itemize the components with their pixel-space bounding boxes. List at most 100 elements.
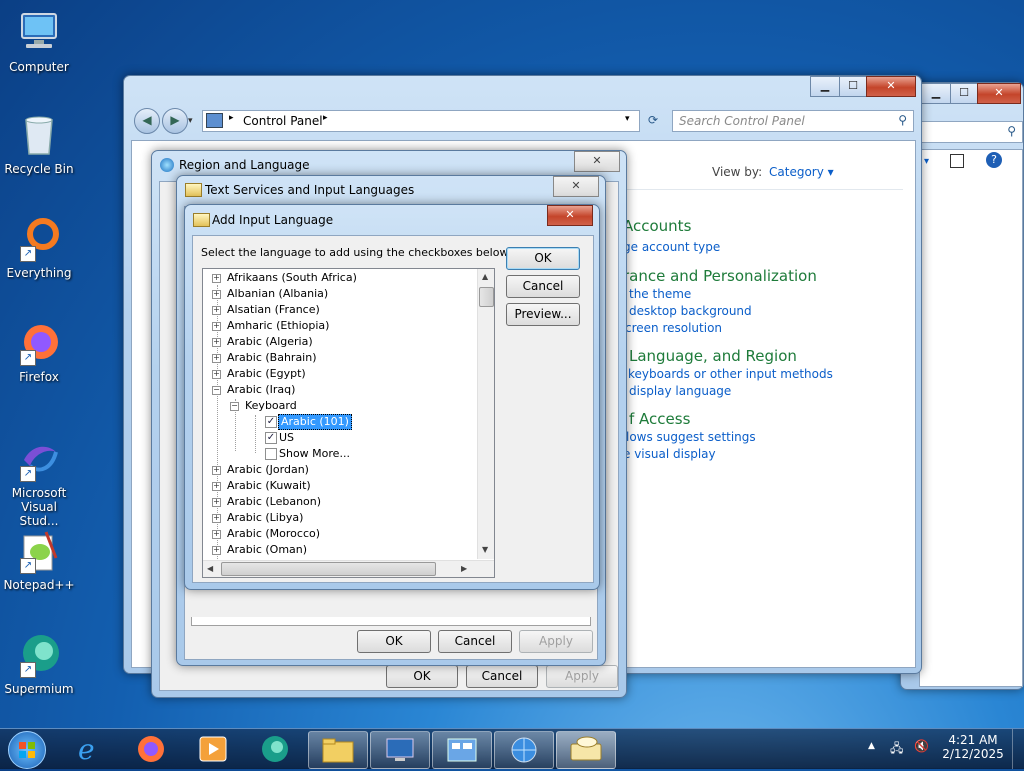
expand-icon[interactable]: + [212,306,221,315]
taskbar-region-settings[interactable] [494,731,554,769]
category-link[interactable]: ge account type [623,240,720,254]
scroll-down-icon[interactable]: ▼ [482,545,488,554]
collapse-icon[interactable]: − [230,402,239,411]
category-link[interactable]: keyboards or other input methods [628,367,833,381]
cancel-button[interactable]: Cancel [466,665,538,688]
maximize-button[interactable]: ☐ [950,83,978,104]
show-hidden-icons[interactable]: ▲ [868,741,875,751]
pane-toggle-icon[interactable] [950,154,964,168]
desktop-icon-visual-studio[interactable]: ↗ Microsoft Visual Stud... [1,436,77,528]
view-by-dropdown[interactable]: Category ▾ [769,165,834,179]
maximize-button[interactable]: ☐ [839,76,867,97]
tree-item-label: Arabic (Iraq) [227,383,296,396]
address-bar[interactable]: ▸ Control Panel ▸ ▾ [202,110,640,132]
collapse-icon[interactable]: − [212,386,221,395]
forward-button[interactable]: ▶ [162,108,188,134]
ok-button[interactable]: OK [357,630,431,653]
expand-icon[interactable]: + [212,482,221,491]
cancel-button[interactable]: Cancel [438,630,512,653]
close-button[interactable]: ✕ [977,83,1021,104]
cancel-button[interactable]: Cancel [506,275,580,298]
expand-icon[interactable]: + [212,498,221,507]
language-tree[interactable]: + Afrikaans (South Africa) + Albanian (Alb… [202,268,495,578]
close-button[interactable]: ✕ [866,76,916,97]
address-dropdown-icon[interactable]: ▾ [625,114,630,124]
search-field[interactable]: ⚲ [919,121,1023,143]
close-button[interactable]: ✕ [574,151,620,172]
refresh-icon[interactable]: ⟳ [642,110,664,130]
desktop-icon-computer[interactable]: Computer [1,10,77,74]
checkbox-unchecked-icon[interactable] [265,448,277,460]
supermium-icon: ↗ [16,632,62,678]
taskbar-remote-desktop[interactable] [370,731,430,769]
expand-icon[interactable]: + [212,290,221,299]
volume-muted-icon[interactable]: 🔇 [914,739,929,753]
preview-button[interactable]: Preview... [506,303,580,326]
expand-icon[interactable]: + [212,338,221,347]
tree-item-label: Arabic (Libya) [227,511,304,524]
category-link[interactable]: creen resolution [625,321,722,335]
history-dropdown-icon[interactable]: ▾ [188,116,193,126]
taskbar-internet-explorer[interactable]: e [60,731,118,767]
close-button[interactable]: ✕ [547,205,593,226]
taskbar-supermium[interactable] [246,731,304,767]
ok-button[interactable]: OK [386,665,458,688]
expand-icon[interactable]: + [212,530,221,539]
scroll-left-icon[interactable]: ◀ [207,564,213,573]
apply-button[interactable]: Apply [546,665,618,688]
minimize-button[interactable]: ▁ [921,83,951,104]
keyboard-icon [185,183,202,197]
checkbox-checked-icon[interactable]: ✓ [265,432,277,444]
expand-icon[interactable]: + [212,370,221,379]
horizontal-scrollbar[interactable]: ◀ ▶ [203,560,494,577]
show-desktop-button[interactable] [1012,729,1024,769]
expand-icon[interactable]: + [212,274,221,283]
expand-icon[interactable]: + [212,354,221,363]
start-button[interactable] [8,731,46,769]
scroll-thumb[interactable] [479,287,494,307]
close-button[interactable]: ✕ [553,176,599,197]
desktop-icon-notepad-plus-plus[interactable]: ↗ Notepad++ [1,528,77,592]
checkbox-checked-icon[interactable]: ✓ [265,416,277,428]
desktop-icon-everything[interactable]: ↗ Everything [1,216,77,280]
desktop-icon-recycle-bin[interactable]: Recycle Bin [1,112,77,176]
category-link[interactable]: e visual display [623,447,716,461]
scroll-up-icon[interactable]: ▲ [482,272,488,281]
vertical-scrollbar[interactable]: ▲ ▼ [477,269,494,559]
tree-item-label-selected: Arabic (101) [278,414,352,430]
back-button[interactable]: ◀ [134,108,160,134]
taskbar-media-player[interactable] [184,731,242,767]
expand-icon[interactable]: + [212,466,221,475]
ok-button[interactable]: OK [506,247,580,270]
category-link[interactable]: display language [629,384,731,398]
taskbar-firefox[interactable] [122,731,180,767]
expand-icon[interactable]: + [212,546,221,555]
taskbar-control-panel[interactable] [432,731,492,769]
scroll-right-icon[interactable]: ▶ [461,564,467,573]
expand-icon[interactable]: + [212,322,221,331]
category-heading[interactable]: f Access [629,410,690,428]
category-link[interactable]: desktop background [629,304,752,318]
clock[interactable]: 4:21 AM 2/12/2025 [940,733,1006,761]
minimize-button[interactable]: ▁ [810,76,840,97]
help-icon[interactable]: ? [986,152,1002,168]
category-heading[interactable]: rance and Personalization [623,267,817,285]
desktop-icon-label: Microsoft Visual Stud... [11,486,67,528]
category-link[interactable]: lows suggest settings [626,430,756,444]
desktop-icon-firefox[interactable]: ↗ Firefox [1,320,77,384]
desktop-icon-supermium[interactable]: ↗ Supermium [1,632,77,696]
dropdown-arrow-icon[interactable]: ▾ [924,156,929,167]
category-heading[interactable]: Language, and Region [629,347,797,365]
clock-time: 4:21 AM [948,733,998,747]
search-input[interactable]: Search Control Panel ⚲ [672,110,914,132]
taskbar-keyboard-settings[interactable] [556,731,616,769]
taskbar-explorer[interactable] [308,731,368,769]
network-icon[interactable]: 🖧 [890,739,903,760]
category-heading[interactable]: Accounts [623,217,691,235]
scroll-thumb[interactable] [221,562,436,576]
apply-button[interactable]: Apply [519,630,593,653]
shortcut-arrow-icon: ↗ [20,558,36,574]
breadcrumb[interactable]: Control Panel [243,114,323,128]
expand-icon[interactable]: + [212,514,221,523]
category-link[interactable]: the theme [629,287,691,301]
